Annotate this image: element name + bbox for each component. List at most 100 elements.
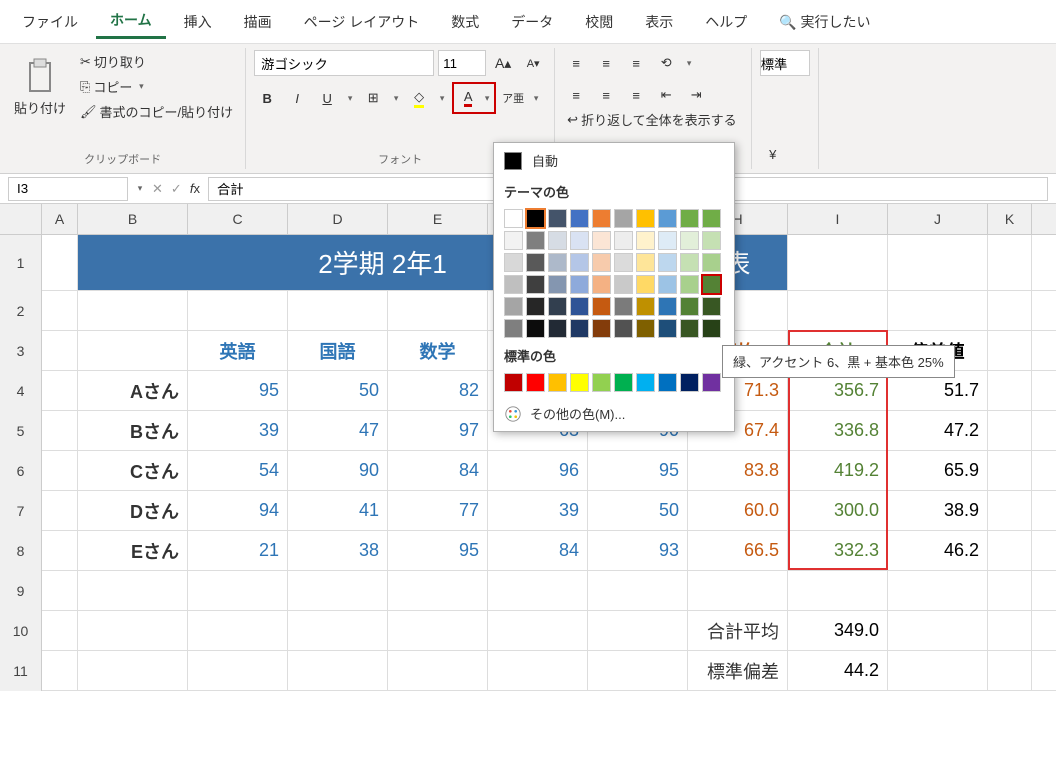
- auto-color-button[interactable]: 自動: [494, 143, 734, 178]
- cell[interactable]: [988, 291, 1032, 330]
- enter-icon[interactable]: ✓: [171, 181, 182, 197]
- color-swatch[interactable]: [658, 275, 677, 294]
- cell[interactable]: [388, 571, 488, 610]
- color-swatch[interactable]: [548, 275, 567, 294]
- color-swatch[interactable]: [702, 319, 721, 338]
- cell[interactable]: 標準偏差: [688, 651, 788, 690]
- color-swatch[interactable]: [570, 253, 589, 272]
- col-header[interactable]: D: [288, 204, 388, 234]
- cell[interactable]: [388, 291, 488, 330]
- cell[interactable]: [42, 451, 78, 490]
- cell[interactable]: Dさん: [78, 491, 188, 530]
- color-swatch[interactable]: [680, 231, 699, 250]
- indent-increase-button[interactable]: ⇥: [683, 82, 709, 108]
- cell[interactable]: Bさん: [78, 411, 188, 450]
- cell[interactable]: [42, 491, 78, 530]
- color-swatch[interactable]: [702, 297, 721, 316]
- number-format-select[interactable]: [760, 50, 810, 76]
- color-swatch[interactable]: [614, 253, 633, 272]
- cell[interactable]: 82: [388, 371, 488, 410]
- cell[interactable]: [288, 611, 388, 650]
- color-swatch[interactable]: [658, 319, 677, 338]
- cell[interactable]: 50: [288, 371, 388, 410]
- cell[interactable]: [588, 611, 688, 650]
- cell[interactable]: [78, 571, 188, 610]
- color-swatch[interactable]: [592, 319, 611, 338]
- cell[interactable]: [42, 531, 78, 570]
- color-swatch[interactable]: [504, 231, 523, 250]
- color-swatch[interactable]: [658, 231, 677, 250]
- row-header[interactable]: 5: [0, 411, 42, 451]
- align-left-button[interactable]: ≡: [563, 82, 589, 108]
- cell[interactable]: [588, 651, 688, 690]
- chevron-down-icon[interactable]: ▾: [530, 93, 542, 104]
- cell[interactable]: [78, 651, 188, 690]
- tab-draw[interactable]: 描画: [230, 6, 286, 38]
- cell[interactable]: [788, 571, 888, 610]
- cell[interactable]: 39: [188, 411, 288, 450]
- cell[interactable]: 349.0: [788, 611, 888, 650]
- cell[interactable]: [488, 571, 588, 610]
- row-header[interactable]: 4: [0, 371, 42, 411]
- font-color-button[interactable]: A ▾: [452, 82, 496, 114]
- color-swatch[interactable]: [636, 275, 655, 294]
- color-swatch[interactable]: [636, 253, 655, 272]
- color-swatch[interactable]: [702, 275, 721, 294]
- cell[interactable]: 95: [388, 531, 488, 570]
- color-swatch[interactable]: [658, 209, 677, 228]
- row-header[interactable]: 9: [0, 571, 42, 611]
- cell[interactable]: 54: [188, 451, 288, 490]
- color-swatch[interactable]: [592, 209, 611, 228]
- cell[interactable]: Aさん: [78, 371, 188, 410]
- more-colors-button[interactable]: その他の色(M)...: [494, 396, 734, 431]
- color-swatch[interactable]: [504, 275, 523, 294]
- color-swatch[interactable]: [592, 253, 611, 272]
- cell[interactable]: 97: [388, 411, 488, 450]
- chevron-down-icon[interactable]: ▾: [481, 85, 493, 111]
- row-header[interactable]: 10: [0, 611, 42, 651]
- color-swatch[interactable]: [636, 209, 655, 228]
- cell[interactable]: 46.2: [888, 531, 988, 570]
- row-header[interactable]: 2: [0, 291, 42, 331]
- col-header[interactable]: I: [788, 204, 888, 234]
- cell[interactable]: 数学: [388, 331, 488, 370]
- color-swatch[interactable]: [570, 275, 589, 294]
- cell[interactable]: Eさん: [78, 531, 188, 570]
- col-header[interactable]: A: [42, 204, 78, 234]
- color-swatch[interactable]: [680, 209, 699, 228]
- cell[interactable]: [988, 491, 1032, 530]
- tab-data[interactable]: データ: [497, 6, 567, 38]
- color-swatch[interactable]: [570, 297, 589, 316]
- row-header[interactable]: 11: [0, 651, 42, 691]
- indent-decrease-button[interactable]: ⇤: [653, 82, 679, 108]
- font-name-select[interactable]: [254, 50, 434, 76]
- cell[interactable]: [188, 611, 288, 650]
- cell[interactable]: [988, 235, 1032, 290]
- cell[interactable]: 38.9: [888, 491, 988, 530]
- color-swatch[interactable]: [680, 253, 699, 272]
- cell[interactable]: [42, 235, 78, 290]
- cell[interactable]: [388, 611, 488, 650]
- cell[interactable]: 93: [588, 531, 688, 570]
- tab-help[interactable]: ヘルプ: [691, 6, 761, 38]
- color-swatch[interactable]: [680, 297, 699, 316]
- row-header[interactable]: 3: [0, 331, 42, 371]
- fx-icon[interactable]: fx: [190, 181, 200, 196]
- row-header[interactable]: 1: [0, 235, 42, 291]
- cell[interactable]: [988, 611, 1032, 650]
- color-swatch[interactable]: [658, 253, 677, 272]
- chevron-down-icon[interactable]: ▾: [683, 58, 695, 69]
- wrap-text-button[interactable]: ↩折り返して全体を表示する: [563, 108, 743, 131]
- cell[interactable]: [188, 571, 288, 610]
- cell[interactable]: 84: [488, 531, 588, 570]
- cell[interactable]: Cさん: [78, 451, 188, 490]
- italic-button[interactable]: I: [284, 85, 310, 111]
- color-swatch[interactable]: [680, 319, 699, 338]
- cell[interactable]: [888, 571, 988, 610]
- cell[interactable]: 96: [488, 451, 588, 490]
- cell[interactable]: [78, 291, 188, 330]
- cell[interactable]: [888, 291, 988, 330]
- color-swatch[interactable]: [526, 275, 545, 294]
- cell[interactable]: [42, 371, 78, 410]
- color-swatch[interactable]: [614, 231, 633, 250]
